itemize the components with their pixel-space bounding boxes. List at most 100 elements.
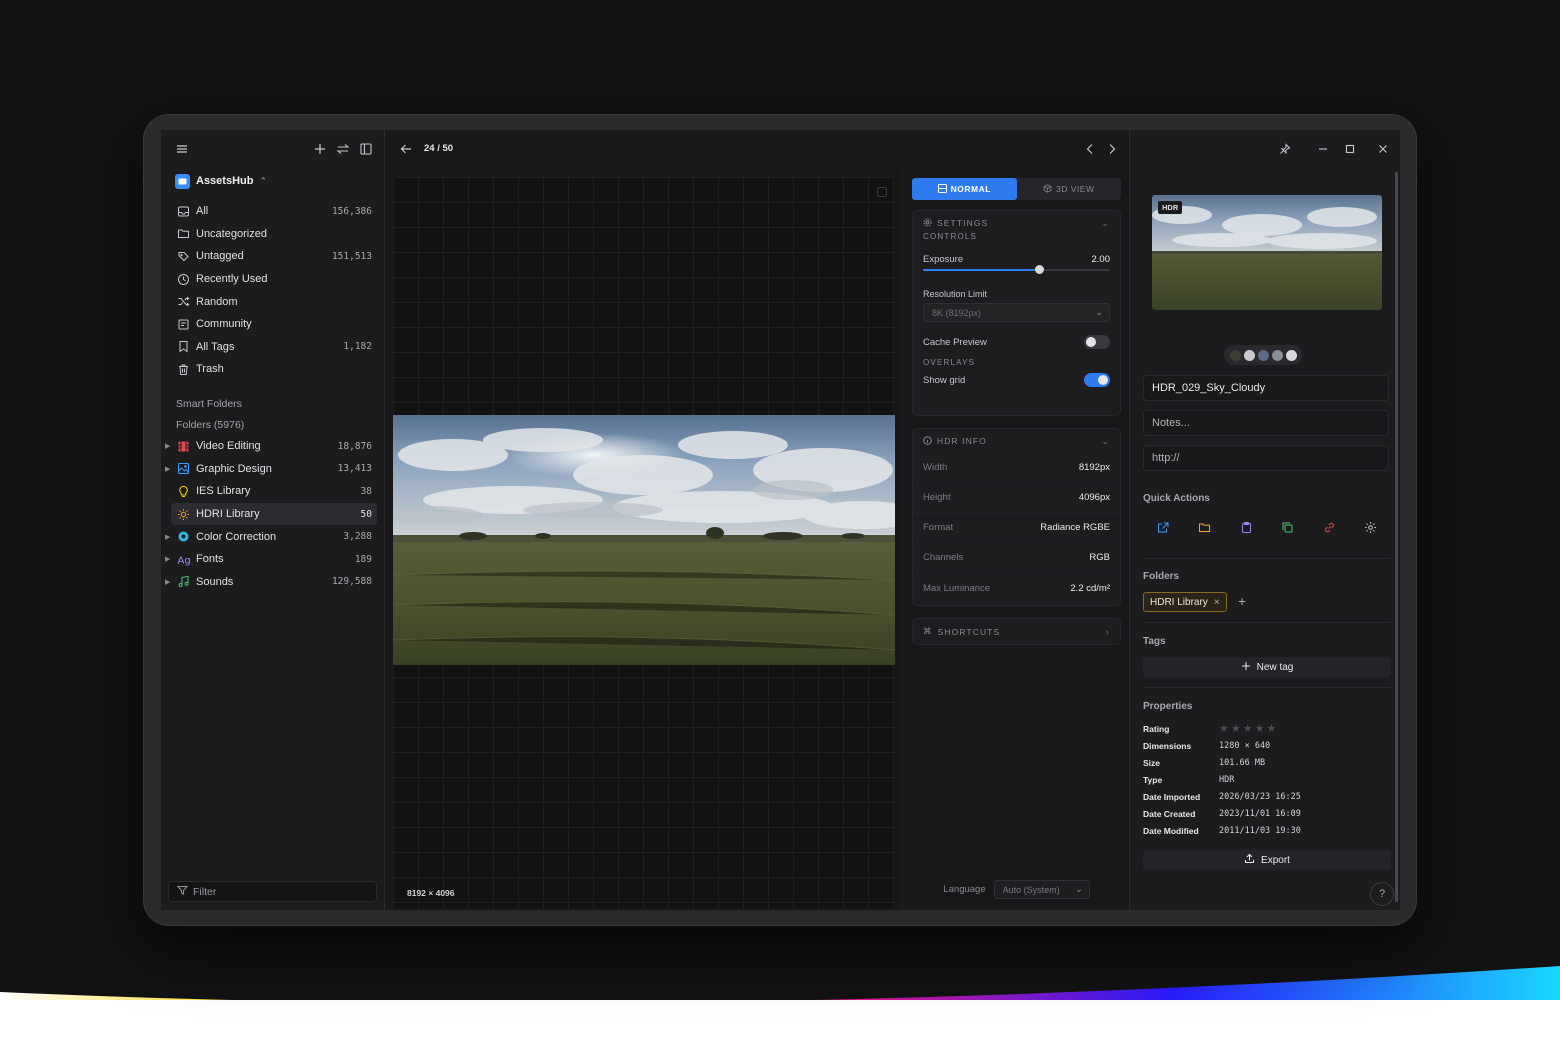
settings-card-header[interactable]: SETTINGS ⌄: [913, 211, 1120, 235]
folder-item-fonts[interactable]: ▶ Ag Fonts 189: [165, 548, 377, 571]
asset-name-input[interactable]: HDR_029_Sky_Cloudy: [1143, 375, 1389, 401]
asset-counter: 24 / 50: [424, 143, 454, 154]
folder-item-ies-library[interactable]: IES Library 38: [171, 480, 377, 503]
add-icon[interactable]: [313, 142, 327, 156]
image-viewer[interactable]: 8192 × 4096: [393, 177, 895, 908]
inspector-scrollbar[interactable]: [1395, 172, 1398, 902]
hdri-panorama-image[interactable]: [393, 415, 895, 665]
smart-folders-heading[interactable]: Smart Folders: [176, 398, 242, 410]
color-swatch[interactable]: [1229, 349, 1241, 361]
minimize-icon[interactable]: [1316, 142, 1330, 156]
gear-action-button[interactable]: [1360, 518, 1382, 540]
next-icon[interactable]: [1105, 142, 1119, 159]
star-icon[interactable]: ★: [1267, 722, 1277, 735]
sidebar-item-community[interactable]: Community: [171, 313, 377, 336]
rating-stars[interactable]: ★ ★ ★ ★ ★: [1219, 722, 1276, 735]
hdr-info-value: 4096px: [1078, 492, 1110, 503]
maximize-icon[interactable]: [1343, 142, 1357, 156]
expand-caret-icon[interactable]: ▶: [165, 555, 170, 563]
expand-caret-icon[interactable]: ▶: [165, 533, 170, 541]
notes-placeholder: Notes...: [1152, 417, 1190, 429]
hdr-info-value: 8192px: [1078, 462, 1110, 473]
previous-icon[interactable]: [1083, 142, 1097, 159]
sidebar-item-all-tags[interactable]: All Tags 1,182: [171, 336, 377, 359]
quick-actions-heading: Quick Actions: [1143, 493, 1210, 504]
folder-item-color-correction[interactable]: ▶ Color Correction 3,288: [165, 525, 377, 548]
pin-icon[interactable]: [1278, 142, 1292, 156]
folder-action-button[interactable]: [1194, 518, 1216, 540]
fit-view-icon[interactable]: [877, 187, 887, 197]
property-value: HDR: [1219, 774, 1235, 785]
chevron-updown-icon: ⌃: [259, 175, 268, 186]
expand-caret-icon[interactable]: ▶: [165, 578, 170, 586]
language-select[interactable]: Auto (System) ⌄: [993, 880, 1090, 899]
sidebar-item-all[interactable]: All 156,386: [171, 200, 377, 223]
copy-action-button[interactable]: [1277, 518, 1299, 540]
exposure-slider-handle[interactable]: [1034, 265, 1044, 274]
shortcuts-card[interactable]: ⌘ SHORTCUTS ›: [912, 618, 1121, 645]
menu-icon[interactable]: [175, 142, 189, 156]
workspace-switcher[interactable]: AssetsHub ⌃: [175, 172, 267, 190]
folder-chip[interactable]: HDRI Library ×: [1143, 592, 1227, 612]
properties-heading: Properties: [1143, 701, 1193, 712]
color-swatch[interactable]: [1243, 349, 1255, 361]
url-input[interactable]: http://: [1143, 445, 1389, 471]
swap-icon[interactable]: [336, 142, 350, 156]
property-key: Dimensions: [1143, 740, 1192, 751]
star-icon[interactable]: ★: [1255, 722, 1265, 735]
expand-caret-icon[interactable]: ▶: [165, 465, 170, 473]
normal-mode-button[interactable]: NORMAL: [912, 178, 1017, 200]
sidebar-item-recently-used[interactable]: Recently Used: [171, 268, 377, 291]
resolution-limit-select[interactable]: 8K (8192px) ⌄: [923, 303, 1110, 322]
folders-heading[interactable]: Folders (5976): [176, 419, 244, 431]
decorative-rainbow-swoosh: [0, 966, 1560, 1040]
asset-thumbnail[interactable]: HDR: [1152, 195, 1382, 310]
folders-section-heading: Folders: [1143, 571, 1180, 582]
hdr-info-header[interactable]: HDR INFO ⌄: [913, 429, 1120, 453]
clipboard-action-button[interactable]: [1235, 518, 1257, 540]
folder-item-video-editing[interactable]: ▶ Video Editing 18,876: [165, 435, 377, 458]
link-action-button[interactable]: [1318, 518, 1340, 540]
notes-input[interactable]: Notes...: [1143, 410, 1389, 436]
sidebar-item-uncategorized[interactable]: Uncategorized: [171, 223, 377, 246]
color-swatch[interactable]: [1285, 349, 1297, 361]
3d-view-button[interactable]: 3D VIEW: [1017, 178, 1122, 200]
exposure-value: 2.00: [1091, 253, 1111, 265]
color-swatch[interactable]: [1257, 349, 1269, 361]
resolution-limit-value: 8K (8192px): [932, 307, 982, 318]
shortcuts-header[interactable]: ⌘ SHORTCUTS ›: [913, 619, 1120, 644]
expand-caret-icon[interactable]: ▶: [165, 442, 170, 450]
language-row: Language Auto (System) ⌄: [903, 880, 1130, 899]
property-row: Date Modified 2011/11/03 19:30: [1143, 822, 1391, 839]
sidebar-item-random[interactable]: Random: [171, 290, 377, 313]
folder-item-graphic-design[interactable]: ▶ Graphic Design 13,413: [165, 458, 377, 481]
remove-folder-icon[interactable]: ×: [1214, 597, 1220, 608]
sidebar-toggle-icon[interactable]: [359, 142, 373, 156]
property-value: 1280 × 640: [1219, 740, 1271, 751]
help-button[interactable]: ?: [1370, 882, 1394, 906]
tag-off-icon: [176, 249, 190, 263]
scrollbar-thumb[interactable]: [1395, 172, 1398, 902]
color-swatch[interactable]: [1271, 349, 1283, 361]
hdr-info-list: Width 8192px Height 4096px Format Radiance RG…: [913, 453, 1120, 603]
folder-item-hdri-library[interactable]: HDRI Library 50: [171, 502, 377, 526]
exposure-slider[interactable]: [923, 265, 1110, 274]
music-icon: [176, 575, 190, 589]
star-icon[interactable]: ★: [1231, 722, 1241, 735]
show-grid-toggle[interactable]: [1084, 373, 1110, 387]
filter-input[interactable]: Filter: [168, 881, 377, 902]
folder-icon: [1198, 521, 1211, 537]
star-icon[interactable]: ★: [1243, 722, 1253, 735]
new-tag-button[interactable]: New tag: [1143, 657, 1391, 677]
add-folder-icon[interactable]: +: [1238, 593, 1246, 609]
sidebar-item-trash[interactable]: Trash: [171, 358, 377, 381]
external-link-action-button[interactable]: [1152, 518, 1174, 540]
star-icon[interactable]: ★: [1219, 722, 1229, 735]
cache-preview-toggle[interactable]: [1084, 335, 1110, 349]
folder-item-sounds[interactable]: ▶ Sounds 129,588: [165, 571, 377, 594]
export-button[interactable]: Export: [1143, 850, 1391, 870]
settings-card: SETTINGS ⌄ CONTROLS Exposure 2.00 Resolu…: [912, 210, 1121, 416]
sidebar-item-untagged[interactable]: Untagged 151,513: [171, 245, 377, 268]
back-arrow-icon[interactable]: [399, 142, 413, 159]
close-icon[interactable]: [1376, 142, 1390, 156]
